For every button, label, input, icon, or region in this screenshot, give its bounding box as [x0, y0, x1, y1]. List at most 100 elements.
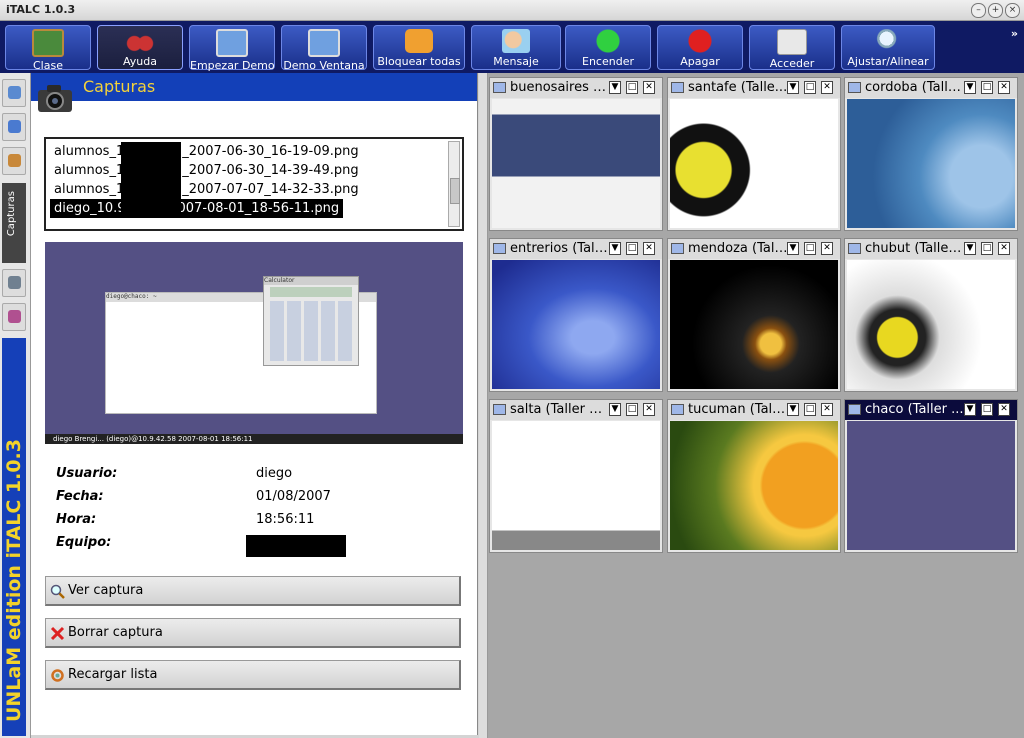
close-button[interactable]: ✕: [998, 81, 1010, 94]
close-button[interactable]: ✕: [643, 81, 655, 94]
client-tile-tucuman[interactable]: tucuman (Tall... ▼ □ ✕: [667, 399, 841, 553]
toolbar-button-apagar[interactable]: Apagar: [657, 25, 743, 70]
close-button[interactable]: ✕: [998, 403, 1010, 416]
minimize-button[interactable]: ▼: [609, 403, 621, 416]
client-screen-preview[interactable]: [670, 421, 838, 550]
client-tile-header: santafe (Talle... ▼ □ ✕: [668, 78, 840, 98]
client-tile-header: salta (Taller G... ▼ □ ✕: [490, 400, 662, 420]
list-item[interactable]: alumnos_1 _2007-06-30_16-19-09.png: [50, 142, 363, 161]
sidebar-classroom-button[interactable]: [2, 113, 26, 141]
maximize-button[interactable]: □: [804, 403, 816, 416]
time-label: Hora:: [56, 512, 97, 527]
reload-list-button[interactable]: Recargar lista: [45, 660, 461, 690]
maximize-button[interactable]: □: [626, 81, 638, 94]
monitor-icon: [848, 243, 861, 254]
list-item[interactable]: alumnos_1 _2007-06-30_14-39-49.png: [50, 161, 363, 180]
reload-icon: [51, 669, 64, 682]
client-name: salta (Taller G...: [510, 402, 610, 417]
main-toolbar: Clase Ayuda Empezar Demo Demo Ventana Bl…: [0, 21, 1024, 73]
close-button[interactable]: ✕: [643, 403, 655, 416]
window-maximize-button[interactable]: +: [988, 3, 1003, 18]
sidebar-overview-button[interactable]: [2, 79, 26, 107]
monitor-icon: [493, 243, 506, 254]
toolbar-button-mensaje[interactable]: Mensaje: [471, 25, 561, 70]
lock-icon: [405, 29, 433, 53]
client-tile-chaco[interactable]: chaco (Taller ... ▼ □ ✕: [844, 399, 1018, 553]
view-snapshot-button[interactable]: Ver captura: [45, 576, 461, 606]
client-tile-buenosaires[interactable]: buenosaires (... ▼ □ ✕: [489, 77, 663, 231]
client-screen-preview[interactable]: [670, 99, 838, 228]
maximize-button[interactable]: □: [981, 403, 993, 416]
sidebar-tab-capturas[interactable]: Capturas: [2, 183, 26, 263]
maximize-button[interactable]: □: [804, 81, 816, 94]
toolbar-button-bloquear-todas[interactable]: Bloquear todas: [373, 25, 465, 70]
camera-icon: [38, 85, 72, 112]
toolbar-button-demo-ventana[interactable]: Demo Ventana: [281, 25, 367, 72]
sidebar-config-button[interactable]: [2, 303, 26, 331]
maximize-button[interactable]: □: [981, 81, 993, 94]
client-tile-cordoba[interactable]: cordoba (Talle... ▼ □ ✕: [844, 77, 1018, 231]
client-screen-preview[interactable]: [492, 260, 660, 389]
host-value-redacted: [246, 535, 346, 557]
client-area-scrollbar[interactable]: [479, 73, 488, 738]
window-close-button[interactable]: ×: [1005, 3, 1020, 18]
sidebar-users-button[interactable]: [2, 147, 26, 175]
client-screen-preview[interactable]: [492, 421, 660, 550]
toolbar-button-empezar-demo[interactable]: Empezar Demo: [189, 25, 275, 72]
host-label: Equipo:: [56, 535, 112, 550]
minimize-button[interactable]: ▼: [609, 81, 621, 94]
minimize-button[interactable]: ▼: [787, 81, 799, 94]
minimize-button[interactable]: ▼: [787, 403, 799, 416]
window-minimize-button[interactable]: –: [971, 3, 986, 18]
toolbar-overflow-button[interactable]: »: [1011, 27, 1018, 40]
client-tile-chubut[interactable]: chubut (Taller ... ▼ □ ✕: [844, 238, 1018, 392]
client-name: cordoba (Talle...: [865, 80, 965, 95]
toolbar-button-clase[interactable]: Clase: [5, 25, 91, 72]
sidebar-tools-button[interactable]: [2, 269, 26, 297]
monitor-icon: [848, 82, 861, 93]
client-tile-salta[interactable]: salta (Taller G... ▼ □ ✕: [489, 399, 663, 553]
minimize-button[interactable]: ▼: [964, 242, 976, 255]
close-button[interactable]: ✕: [821, 81, 833, 94]
toolbar-button-encender[interactable]: Encender: [565, 25, 651, 70]
maximize-button[interactable]: □: [626, 242, 638, 255]
scrollbar-thumb[interactable]: [450, 178, 460, 204]
monitor-icon: [493, 82, 506, 93]
list-item-selected[interactable]: diego_10.9 007-08-01_18-56-11.png: [50, 199, 344, 218]
delete-snapshot-button[interactable]: Borrar captura: [45, 618, 461, 648]
config-icon: [8, 310, 21, 323]
toolbar-button-ajustar-alinear[interactable]: Ajustar/Alinear: [841, 25, 935, 70]
minimize-button[interactable]: ▼: [787, 242, 799, 255]
client-screen-preview[interactable]: [492, 99, 660, 228]
client-tile-header: tucuman (Tall... ▼ □ ✕: [668, 400, 840, 420]
list-item[interactable]: alumnos_1 _2007-07-07_14-32-33.png: [50, 180, 363, 199]
monitor-icon: [671, 243, 684, 254]
client-screen-preview[interactable]: [847, 421, 1015, 550]
snapshot-file-list[interactable]: alumnos_1 _2007-06-30_16-19-09.png alumno…: [44, 137, 464, 231]
close-button[interactable]: ✕: [821, 403, 833, 416]
classroom-icon: [8, 120, 21, 133]
client-screen-preview[interactable]: [847, 260, 1015, 389]
client-tile-santafe[interactable]: santafe (Talle... ▼ □ ✕: [667, 77, 841, 231]
close-button[interactable]: ✕: [821, 242, 833, 255]
snapshot-preview: diego@chaco: ~ Calculator diego Brengi..…: [45, 242, 463, 444]
globe-icon: [8, 86, 21, 99]
maximize-button[interactable]: □: [626, 403, 638, 416]
maximize-button[interactable]: □: [804, 242, 816, 255]
client-tile-entrerios[interactable]: entrerios (Tall... ▼ □ ✕: [489, 238, 663, 392]
close-button[interactable]: ✕: [998, 242, 1010, 255]
minimize-button[interactable]: ▼: [609, 242, 621, 255]
client-screen-preview[interactable]: [847, 99, 1015, 228]
panel-header: Capturas: [31, 73, 477, 101]
client-tile-header: entrerios (Tall... ▼ □ ✕: [490, 239, 662, 259]
client-screen-preview[interactable]: [670, 260, 838, 389]
toolbar-button-acceder[interactable]: Acceder: [749, 25, 835, 70]
power-on-icon: [594, 29, 622, 53]
minimize-button[interactable]: ▼: [964, 403, 976, 416]
file-list-scrollbar[interactable]: [448, 141, 460, 227]
close-button[interactable]: ✕: [643, 242, 655, 255]
minimize-button[interactable]: ▼: [964, 81, 976, 94]
client-tile-mendoza[interactable]: mendoza (Tall... ▼ □ ✕: [667, 238, 841, 392]
maximize-button[interactable]: □: [981, 242, 993, 255]
toolbar-button-ayuda[interactable]: Ayuda: [97, 25, 183, 70]
